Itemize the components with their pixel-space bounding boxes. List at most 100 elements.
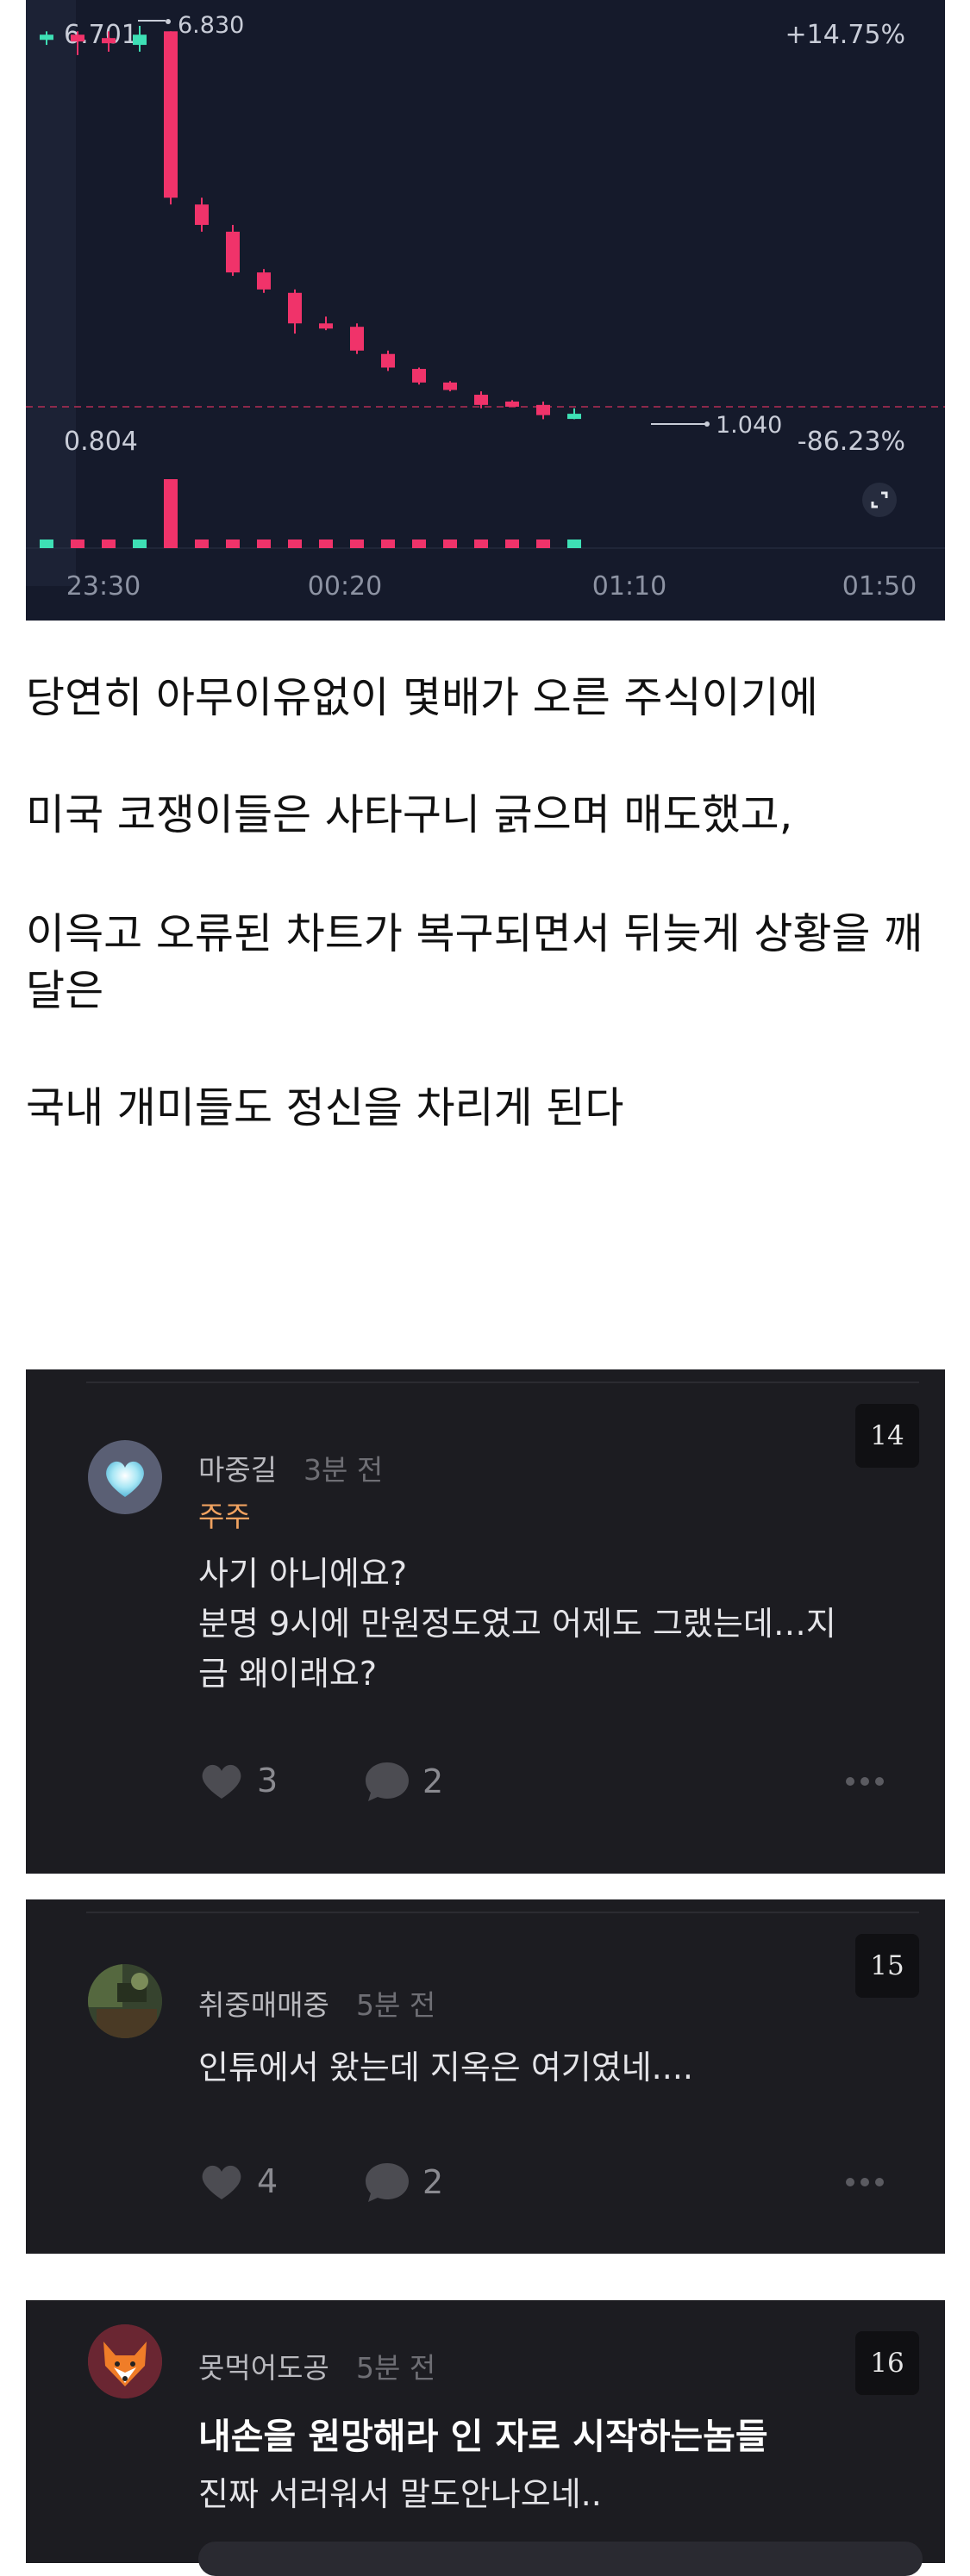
volume-bar <box>412 540 426 548</box>
change-top-label: +14.75% <box>785 20 905 50</box>
volume-bar <box>71 540 84 548</box>
reply-count: 2 <box>422 2163 444 2201</box>
volume-bar <box>474 540 488 548</box>
volume-bar <box>536 540 550 548</box>
volume-bar <box>443 540 457 548</box>
heart-icon <box>202 1764 241 1799</box>
comment-number-badge: 16 <box>855 2331 919 2395</box>
post-line-3b: 달은 <box>26 966 104 1015</box>
fox-avatar-icon <box>88 2324 162 2398</box>
time-tick-label: 23:30 <box>66 571 141 602</box>
low-label: 0.804 <box>64 427 138 457</box>
photo-avatar-icon <box>88 1964 162 2038</box>
volume-bar <box>381 540 395 548</box>
post-line-3a: 이윽고 오류된 차트가 복구되면서 뒤늦게 상황을 깨 <box>26 909 923 958</box>
candle-body <box>381 353 395 368</box>
candle-body <box>257 272 271 290</box>
comment-title: 내손을 원망해라 인 자로 시작하는놈들 <box>198 2416 768 2457</box>
reply-count: 2 <box>422 1762 444 1800</box>
comment-author[interactable]: 취중매매중 <box>198 1982 329 2024</box>
candle-body <box>71 34 84 42</box>
post-line-2: 미국 코쟁이들은 사타구니 긁으며 매도했고, <box>26 790 793 839</box>
more-options-icon[interactable] <box>845 1775 885 1791</box>
candle-body <box>102 38 116 44</box>
like-count: 3 <box>257 1762 278 1799</box>
last-price-label: 1.040 <box>716 412 782 439</box>
comment-author[interactable]: 마중길 <box>198 1447 277 1488</box>
comment-divider <box>86 1382 919 1383</box>
avatar[interactable] <box>88 1440 162 1514</box>
comment-body-line: 인튜에서 왔는데 지옥은 여기였네.... <box>198 2049 693 2086</box>
time-tick-label: 01:50 <box>842 571 917 602</box>
heart-icon <box>202 2165 241 2199</box>
candle-body <box>133 34 147 46</box>
volume-bar <box>102 540 116 548</box>
heart-avatar-icon <box>106 1461 144 1497</box>
candlestick-chart-svg: 6.701 6.830 +14.75% 0.804 1.040 -86.23% … <box>26 0 945 602</box>
volume-bar <box>195 540 209 548</box>
volume-bar <box>257 540 271 548</box>
image-preview-edge <box>198 2542 923 2576</box>
comment-card: 취중매매중 5분 전 15 인튜에서 왔는데 지옥은 여기였네.... 4 2 <box>26 1899 945 2254</box>
candle-body <box>350 327 364 351</box>
change-bottom-label: -86.23% <box>798 427 905 457</box>
like-button[interactable]: 4 <box>198 2161 278 2201</box>
candle-body <box>536 404 550 415</box>
comment-number-badge: 14 <box>855 1404 919 1468</box>
candle-body <box>505 401 519 407</box>
like-count: 4 <box>257 2162 278 2200</box>
comment-number-badge: 15 <box>855 1934 919 1998</box>
reply-button[interactable]: 2 <box>364 2161 443 2203</box>
volume-bar <box>133 540 147 548</box>
comment-body-line: 분명 9시에 만원정도였고 어제도 그랬는데…지 <box>198 1605 836 1643</box>
fullscreen-icon[interactable] <box>862 483 897 517</box>
avatar[interactable] <box>88 1964 162 2038</box>
comment-body-line: 진짜 서러워서 말도안나오네.. <box>198 2475 602 2513</box>
candle-body <box>412 369 426 383</box>
comment-author[interactable]: 못먹어도공 <box>198 2345 329 2386</box>
candle-body <box>164 31 178 198</box>
candle-body <box>40 34 53 41</box>
time-tick-label: 00:20 <box>308 571 382 602</box>
comment-time: 5분 전 <box>356 1988 436 2022</box>
candle-body <box>226 231 240 273</box>
comment-body-line: 사기 아니에요? <box>198 1555 408 1593</box>
candle-body <box>443 382 457 390</box>
time-tick-label: 01:10 <box>592 571 666 602</box>
candle-body <box>567 414 581 420</box>
reply-button[interactable]: 2 <box>364 1761 443 1802</box>
comment-card: 마중길 3분 전 14 주주 사기 아니에요? 분명 9시에 만원정도였고 어제… <box>26 1369 945 1874</box>
candle-body <box>474 395 488 405</box>
speech-bubble-icon <box>366 1762 409 1801</box>
comment-flair: 주주 <box>198 1500 251 1533</box>
candle-body <box>319 323 333 329</box>
volume-bar <box>350 540 364 548</box>
post-line-4: 국내 개미들도 정신을 차리게 된다 <box>26 1083 624 1132</box>
speech-bubble-icon <box>366 2163 409 2202</box>
stock-chart: 6.701 6.830 +14.75% 0.804 1.040 -86.23% … <box>26 0 945 621</box>
time-axis: 23:30 00:20 01:10 01:50 <box>66 571 917 602</box>
comment-card: 못먹어도공 5분 전 16 내손을 원망해라 인 자로 시작하는놈들 진짜 서러… <box>26 2300 945 2576</box>
volume-bar <box>40 540 53 548</box>
volume-bar <box>226 540 240 548</box>
comment-time: 5분 전 <box>356 2351 436 2385</box>
volume-bar <box>319 540 333 548</box>
chart-left-shade <box>26 0 76 586</box>
volume-bar <box>288 540 302 548</box>
volume-bar <box>567 540 581 548</box>
volume-bar <box>505 540 519 548</box>
avatar[interactable] <box>88 2324 162 2398</box>
post-line-1: 당연히 아무이유없이 몇배가 오른 주식이기에 <box>26 673 818 722</box>
high-right-label: 6.830 <box>178 12 244 39</box>
volume-bars-group <box>40 479 581 548</box>
more-options-icon[interactable] <box>845 2175 885 2192</box>
comment-body-line: 금 왜이래요? <box>198 1655 378 1693</box>
candles-group <box>40 26 581 420</box>
volume-bar <box>164 479 178 548</box>
like-button[interactable]: 3 <box>198 1761 278 1800</box>
last-marker-dot <box>704 421 710 427</box>
candle-body <box>195 204 209 225</box>
candle-body <box>288 292 302 324</box>
comment-time: 3분 전 <box>304 1453 384 1487</box>
high-marker-dot <box>166 19 171 24</box>
